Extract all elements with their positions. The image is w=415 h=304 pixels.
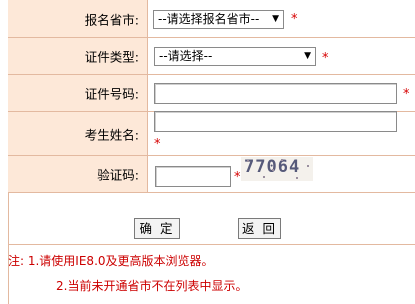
province-label: 报名省市: — [84, 12, 139, 27]
confirm-button[interactable]: 确 定 — [134, 218, 180, 239]
province-select[interactable]: --请选择报名省市-- ▼ — [153, 10, 284, 29]
captcha-noise — [307, 165, 309, 167]
captcha-input[interactable] — [155, 166, 231, 187]
province-row: 报名省市: --请选择报名省市-- ▼ * — [8, 0, 415, 38]
back-button[interactable]: 返 回 — [238, 218, 281, 239]
name-label-cell: 考生姓名: — [8, 112, 148, 155]
dropdown-arrow-icon: ▼ — [272, 14, 279, 24]
name-row: 考生姓名: * — [8, 111, 415, 156]
button-row — [8, 193, 415, 245]
id-type-label-cell: 证件类型: — [8, 38, 148, 74]
name-input[interactable] — [154, 111, 397, 132]
id-number-label-cell: 证件号码: — [8, 75, 148, 111]
required-mark: * — [403, 87, 410, 102]
province-label-cell: 报名省市: — [8, 0, 148, 37]
captcha-label: 验证码: — [97, 167, 139, 183]
captcha-noise — [272, 169, 274, 171]
captcha-image[interactable]: 77064 — [241, 157, 313, 181]
captcha-image-text: 77064 — [244, 157, 301, 177]
captcha-noise — [263, 176, 265, 178]
id-type-label: 证件类型: — [84, 49, 139, 65]
id-number-row: 证件号码: * — [8, 75, 415, 112]
province-selected-value: --请选择报名省市-- — [158, 12, 260, 26]
id-number-input[interactable] — [154, 83, 397, 104]
id-type-select[interactable]: --请选择-- ▼ — [154, 47, 316, 66]
required-mark: * — [234, 170, 241, 185]
id-type-selected-value: --请选择-- — [159, 49, 213, 63]
note-line-1: 注: 1.请使用IE8.0及更高版本浏览器。 — [8, 254, 214, 268]
required-mark: * — [154, 137, 161, 152]
id-number-label: 证件号码: — [84, 86, 139, 102]
required-mark: * — [291, 12, 298, 27]
captcha-noise — [296, 177, 298, 179]
dropdown-arrow-icon: ▼ — [304, 51, 311, 61]
captcha-row: 验证码: * — [8, 156, 415, 193]
captcha-label-cell: 验证码: — [8, 156, 148, 192]
note-line-2: 2.当前未开通省市不在列表中显示。 — [56, 279, 248, 293]
id-type-row: 证件类型: --请选择-- ▼ * — [8, 38, 415, 75]
required-mark: * — [322, 51, 329, 66]
name-label: 考生姓名: — [84, 127, 139, 142]
captcha-noise — [247, 160, 249, 162]
captcha-noise — [281, 159, 283, 161]
